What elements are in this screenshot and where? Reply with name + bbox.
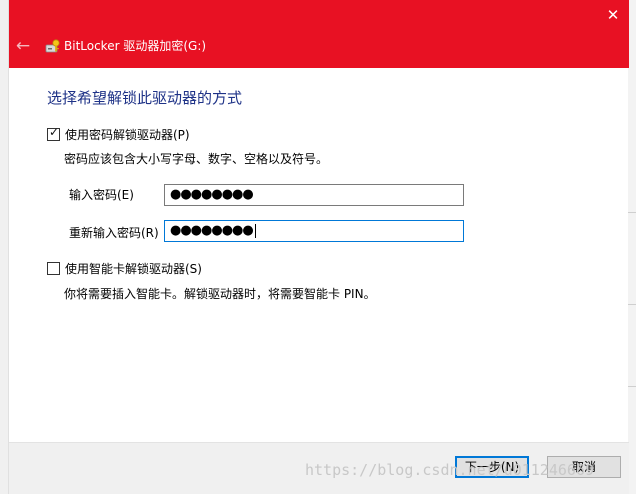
smartcard-option-label: 使用智能卡解锁驱动器(S) (65, 261, 202, 276)
password-checkbox[interactable]: ✓ (47, 124, 60, 141)
reenter-password-value: ●●●●●●●● (170, 223, 254, 238)
smartcard-hint: 你将需要插入智能卡。解锁驱动器时，将需要智能卡 PIN。 (64, 287, 376, 301)
cancel-button[interactable]: 取消 (547, 456, 621, 478)
back-arrow-icon[interactable]: ← (13, 36, 33, 56)
smartcard-option[interactable]: 使用智能卡解锁驱动器(S) (47, 260, 202, 276)
title-bar: ← BitLocker 驱动器加密(G:) ✕ (9, 0, 629, 68)
enter-password-value: ●●●●●●●● (170, 187, 254, 202)
reenter-password-label: 重新输入密码(R) (69, 226, 159, 240)
background-divider (628, 386, 636, 387)
enter-password-label: 输入密码(E) (69, 188, 134, 202)
bitlocker-dialog: ← BitLocker 驱动器加密(G:) ✕ 选择希望解锁此驱动器的方式 ✓ … (8, 0, 629, 494)
enter-password-input[interactable]: ●●●●●●●● (164, 184, 464, 206)
background-divider (628, 304, 636, 305)
page-heading: 选择希望解锁此驱动器的方式 (47, 89, 243, 107)
bitlocker-drive-icon (45, 39, 60, 53)
next-button[interactable]: 下一步(N) (455, 456, 529, 478)
password-option-label: 使用密码解锁驱动器(P) (65, 127, 190, 142)
dialog-footer: 下一步(N) 取消 (9, 442, 629, 494)
close-icon[interactable]: ✕ (599, 2, 627, 28)
text-caret (254, 223, 256, 238)
password-hint: 密码应该包含大小写字母、数字、空格以及符号。 (64, 152, 329, 166)
password-option[interactable]: ✓ 使用密码解锁驱动器(P) (47, 124, 190, 142)
reenter-password-input[interactable]: ●●●●●●●● (164, 220, 464, 242)
checkmark-icon: ✓ (48, 124, 60, 139)
window-title: BitLocker 驱动器加密(G:) (64, 39, 207, 53)
background-divider (628, 212, 636, 213)
smartcard-checkbox[interactable] (47, 261, 60, 275)
background-window (628, 0, 636, 494)
